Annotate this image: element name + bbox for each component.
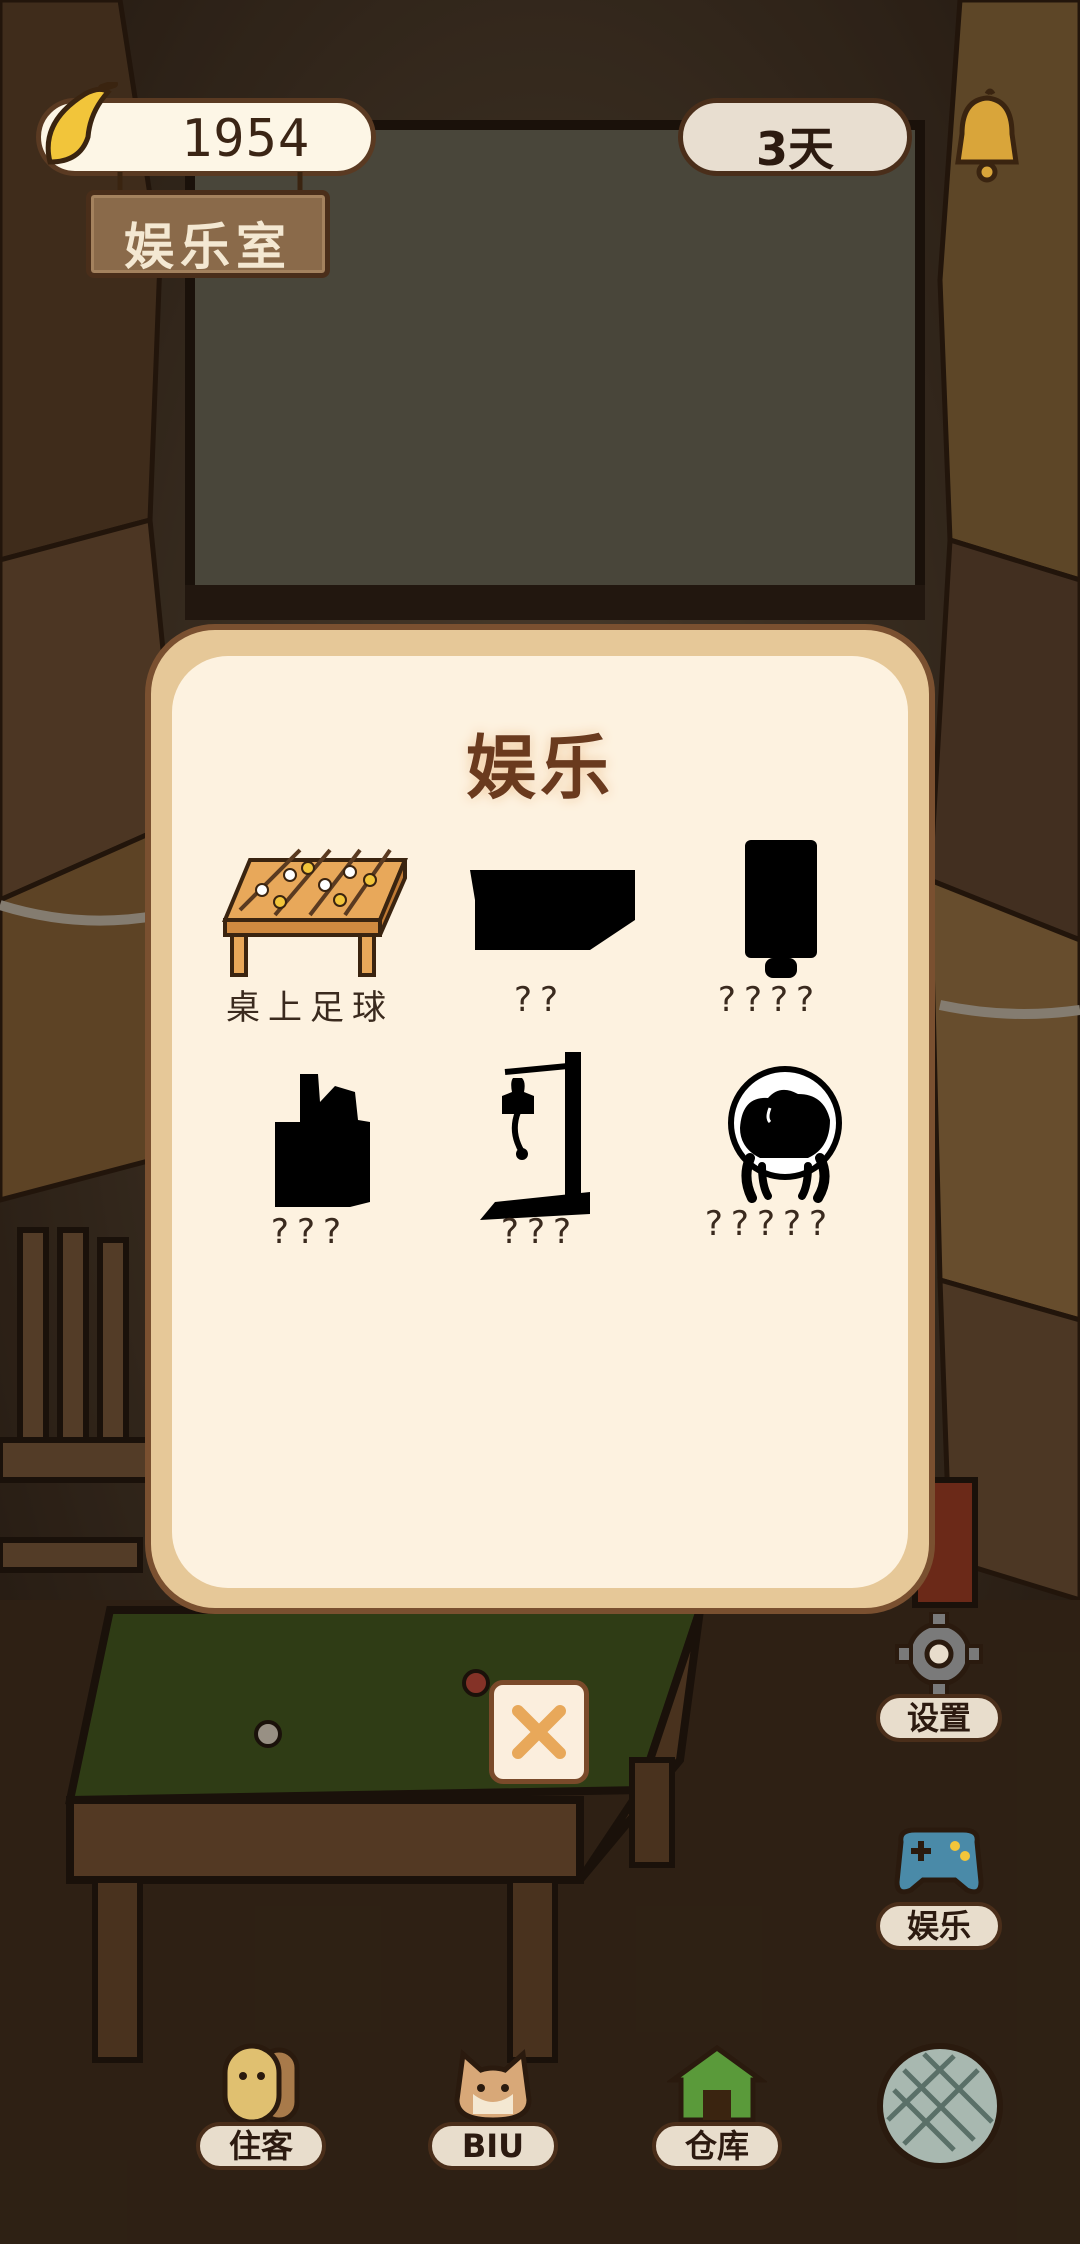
biu-button[interactable]: BIU: [428, 2040, 558, 2170]
locked-item-silhouette-icon: [745, 840, 817, 978]
room-name-sign: 娱乐室: [86, 190, 330, 278]
item-locked-4[interactable]: ???: [195, 1072, 425, 1302]
item-label: ?????: [704, 1204, 836, 1244]
item-label: ???: [500, 1212, 580, 1252]
day-counter: 3天: [678, 98, 912, 176]
item-locked-3[interactable]: ????: [655, 840, 885, 1070]
item-locked-5[interactable]: ???: [425, 1052, 655, 1282]
residents-label: 住客: [196, 2122, 326, 2170]
close-button[interactable]: [489, 1680, 589, 1784]
day-count: 3天: [755, 122, 834, 176]
residents-button[interactable]: 住客: [196, 2040, 326, 2170]
banana-count: 1954: [181, 109, 311, 169]
item-locked-6[interactable]: ?????: [655, 1058, 885, 1288]
resident-icon: [222, 2043, 300, 2125]
item-locked-2[interactable]: ??: [425, 840, 655, 1070]
gear-icon: [895, 1612, 983, 1698]
locked-item-silhouette-icon: [728, 1066, 842, 1203]
locked-item-silhouette-icon: [275, 1074, 370, 1207]
item-label: ???: [270, 1212, 350, 1252]
entertainment-label: 娱乐: [876, 1902, 1002, 1950]
foosball-table-icon: [222, 848, 408, 977]
item-label: ????: [717, 980, 823, 1020]
locked-item-silhouette-icon: [470, 870, 635, 950]
locked-item-silhouette-icon: [480, 1052, 590, 1220]
bell-icon[interactable]: [944, 86, 1030, 186]
entertainment-button[interactable]: 娱乐: [874, 1820, 1004, 1950]
item-label: ??: [513, 980, 567, 1020]
cat-icon: [454, 2048, 532, 2123]
gamepad-icon: [894, 1827, 984, 1895]
warehouse-icon: [667, 2044, 767, 2123]
item-foosball-table[interactable]: 桌上足球: [195, 840, 425, 1070]
storage-button[interactable]: 仓库: [652, 2040, 782, 2170]
biu-label: BIU: [428, 2122, 558, 2170]
settings-button[interactable]: 设置: [874, 1612, 1004, 1742]
yarn-ball-button[interactable]: [874, 2040, 1006, 2172]
settings-label: 设置: [876, 1694, 1002, 1742]
storage-label: 仓库: [652, 2122, 782, 2170]
banana-icon: [45, 82, 118, 165]
panel-title: 娱乐: [466, 727, 614, 809]
item-label: 桌上足球: [226, 988, 394, 1028]
room-name-label: 娱乐室: [124, 218, 292, 276]
close-icon: [512, 1705, 566, 1759]
